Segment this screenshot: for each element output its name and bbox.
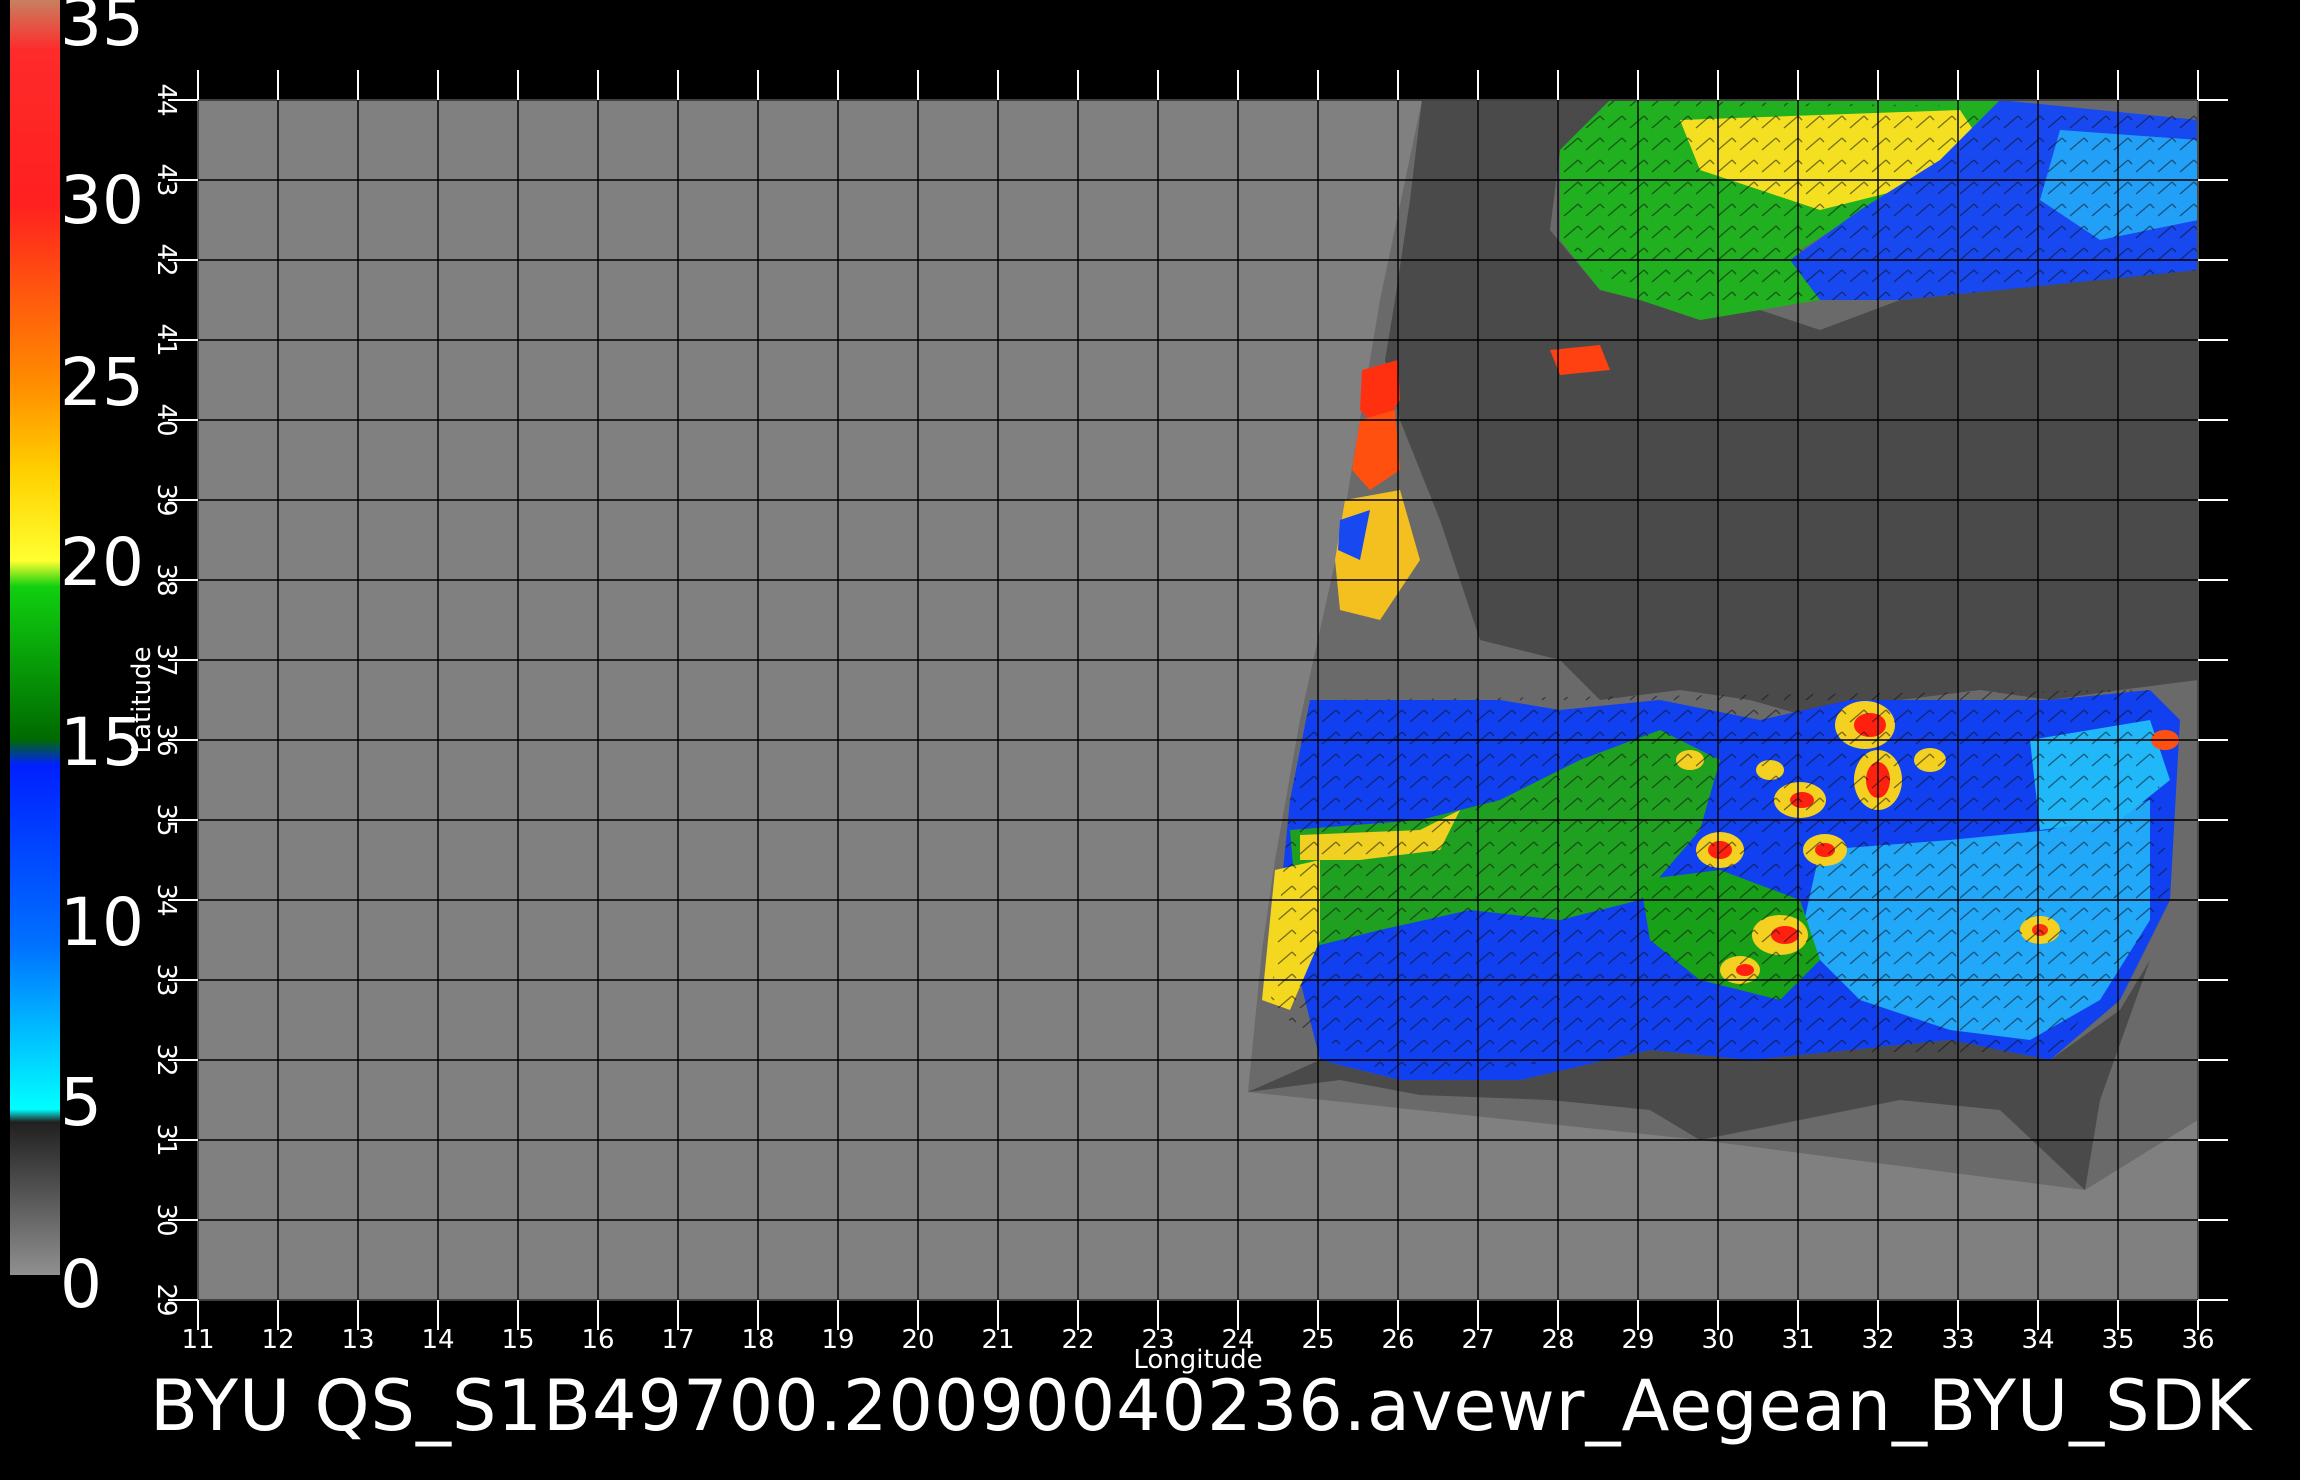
lon-tick-label: 32 [1861, 1325, 1894, 1355]
lat-tick-label: 29 [151, 1283, 181, 1316]
lon-tick-label: 13 [341, 1325, 374, 1355]
lon-tick-label: 29 [1621, 1325, 1654, 1355]
lat-tick-label: 39 [151, 483, 181, 516]
lon-tick-label: 12 [261, 1325, 294, 1355]
lon-tick-label: 27 [1461, 1325, 1494, 1355]
image-caption: BYU QS_S1B49700.20090040236.avewr_Aegean… [150, 1365, 2253, 1447]
lat-tick-label: 33 [151, 963, 181, 996]
lat-tick-label: 44 [151, 83, 181, 116]
wind-barbs-med [1270, 690, 2170, 1080]
wind-map: 11 12 13 14 15 16 17 18 19 20 21 22 23 24 25 26 27 28 29 30… [127, 70, 2228, 1375]
lon-tick-label: 26 [1381, 1325, 1414, 1355]
lon-tick-label: 21 [981, 1325, 1014, 1355]
y-axis-title: Latitude [127, 646, 157, 753]
lat-tick-label: 42 [151, 243, 181, 276]
lat-tick-label: 41 [151, 323, 181, 356]
lat-tick-label: 40 [151, 403, 181, 436]
lon-tick-label: 33 [1941, 1325, 1974, 1355]
lon-tick-label: 30 [1701, 1325, 1734, 1355]
lon-tick-label: 25 [1301, 1325, 1334, 1355]
lon-tick-label: 28 [1541, 1325, 1574, 1355]
lat-tick-label: 35 [151, 803, 181, 836]
lon-tick-label: 11 [181, 1325, 214, 1355]
lon-tick-label: 36 [2181, 1325, 2214, 1355]
lon-tick-label: 15 [501, 1325, 534, 1355]
lat-tick-label: 31 [151, 1123, 181, 1156]
lon-tick-label: 35 [2101, 1325, 2134, 1355]
lon-tick-label: 16 [581, 1325, 614, 1355]
lat-tick-label: 32 [151, 1043, 181, 1076]
map-layers [1248, 100, 2198, 1190]
lon-tick-label: 17 [661, 1325, 694, 1355]
lat-tick-label: 30 [151, 1203, 181, 1236]
lon-tick-label: 14 [421, 1325, 454, 1355]
wind-barbs-blacksea [1560, 100, 2198, 300]
lon-tick-label: 20 [901, 1325, 934, 1355]
lon-tick-label: 19 [821, 1325, 854, 1355]
lat-tick-label: 34 [151, 883, 181, 916]
lon-tick-label: 31 [1781, 1325, 1814, 1355]
lat-tick-label: 43 [151, 163, 181, 196]
aegean-small-red [1550, 345, 1610, 375]
lat-tick-label: 38 [151, 563, 181, 596]
lon-tick-label: 22 [1061, 1325, 1094, 1355]
lon-tick-label: 34 [2021, 1325, 2054, 1355]
lon-tick-label: 18 [741, 1325, 774, 1355]
